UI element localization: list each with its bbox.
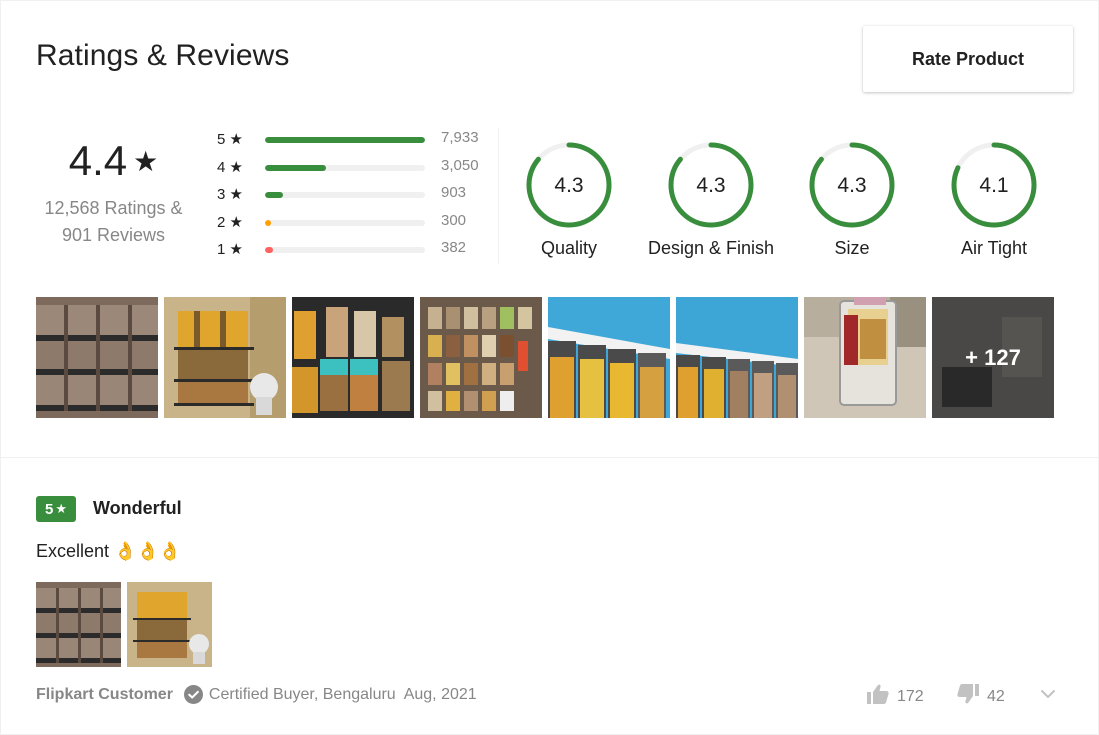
reviews-count: 901 Reviews: [61, 225, 166, 245]
aspect-label: Air Tight: [960, 238, 1028, 258]
certified-buyer-text: Certified Buyer, Bengaluru: [208, 685, 396, 703]
customer-photo[interactable]: [804, 297, 926, 418]
rating-bar-count: 382: [441, 239, 467, 256]
overall-rating: 4.4 ★ 12,568 Ratings & 901 Reviews: [31, 137, 196, 249]
dislike-count: 42: [987, 687, 1005, 705]
section-title: Ratings & Reviews: [36, 39, 290, 72]
customer-photo[interactable]: [164, 297, 286, 418]
review-rating-value: 5: [45, 500, 54, 518]
customer-photo-more[interactable]: + 127: [932, 297, 1054, 418]
aspect-value: 4.3: [554, 174, 583, 197]
certified-check-icon: [183, 685, 203, 704]
rating-bar-track: [265, 219, 425, 226]
customer-photo[interactable]: [420, 297, 542, 418]
rating-bar-track: [265, 247, 425, 253]
rating-bar-count: 7,933: [441, 129, 479, 146]
aspect-rating-size: 4.3 Size: [772, 140, 932, 259]
progress-ring-icon: 4.3: [809, 142, 895, 228]
chevron-down-icon[interactable]: [1039, 687, 1057, 706]
review-author: Flipkart Customer: [36, 685, 173, 703]
star-icon: ★: [55, 501, 67, 516]
review-meta: Flipkart Customer Certified Buyer, Benga…: [36, 685, 477, 704]
progress-ring-icon: 4.1: [951, 142, 1037, 228]
rating-bar-row: 5 ★ 7,933: [217, 127, 492, 154]
rating-bar-track: [265, 164, 425, 171]
more-photos-label: + 127: [932, 297, 1054, 418]
rating-bar-track: [265, 137, 425, 143]
aspect-rating-quality: 4.3 Quality: [489, 140, 649, 259]
review-rating-badge: 5 ★: [36, 496, 76, 522]
overall-rating-value: 4.4: [68, 137, 128, 184]
thumbs-up-icon: [867, 684, 889, 709]
rating-bar-fill: [265, 192, 283, 198]
ratings-count: 12,568 Ratings &: [44, 198, 183, 218]
progress-ring-icon: 4.3: [526, 142, 612, 228]
section-divider: [1, 457, 1099, 458]
dislike-button[interactable]: 42: [957, 684, 1005, 709]
rating-bar-fill: [265, 164, 326, 171]
customer-photo[interactable]: [36, 297, 158, 418]
like-count: 172: [897, 687, 924, 705]
rating-bar-fill: [265, 247, 273, 253]
aspect-label: Design & Finish: [647, 238, 775, 258]
customer-photo[interactable]: [548, 297, 670, 418]
customer-photo[interactable]: [676, 297, 798, 418]
rating-bar-row: 2 ★ 300: [217, 210, 492, 237]
rating-bar-count: 903: [441, 184, 467, 201]
rating-bar-row: 1 ★ 382: [217, 237, 492, 264]
rating-bar-label: 5 ★: [217, 131, 243, 148]
star-icon: ★: [133, 145, 159, 177]
aspect-rating-air-tight: 4.1 Air Tight: [914, 140, 1074, 259]
rating-bar-track: [265, 192, 425, 198]
rating-bar-fill: [265, 137, 425, 143]
rating-bar-row: 4 ★ 3,050: [217, 155, 492, 182]
rating-bar-count: 3,050: [441, 156, 479, 174]
rating-bar-label: 3 ★: [217, 186, 243, 203]
review-photo[interactable]: [36, 582, 121, 667]
aspect-label: Quality: [540, 238, 598, 258]
customer-photo[interactable]: [292, 297, 414, 418]
review-body: Excellent 👌👌👌: [36, 541, 182, 561]
rating-bar-label: 2 ★: [217, 213, 243, 231]
thumbs-down-icon: [957, 684, 979, 709]
progress-ring-icon: 4.3: [668, 142, 754, 228]
rating-bar-fill: [265, 219, 272, 226]
review-title: Wonderful: [93, 498, 182, 518]
rating-bar-count: 300: [441, 211, 467, 229]
like-button[interactable]: 172: [867, 684, 924, 709]
aspect-label: Size: [834, 238, 870, 258]
rating-bar-row: 3 ★ 903: [217, 182, 492, 209]
review-date: Aug, 2021: [403, 685, 477, 703]
ratings-reviews-card: Ratings & Reviews Rate Product 4.4 ★ 12,5…: [0, 0, 1099, 735]
aspect-value: 4.3: [696, 174, 725, 197]
aspect-value: 4.3: [837, 174, 866, 197]
review-photo[interactable]: [127, 582, 212, 667]
rate-product-button[interactable]: Rate Product: [863, 26, 1073, 92]
aspect-rating-design-finish: 4.3 Design & Finish: [631, 140, 791, 259]
aspect-value: 4.1: [979, 174, 1008, 197]
rating-bar-label: 1 ★: [217, 241, 243, 258]
rating-bar-label: 4 ★: [217, 158, 243, 176]
